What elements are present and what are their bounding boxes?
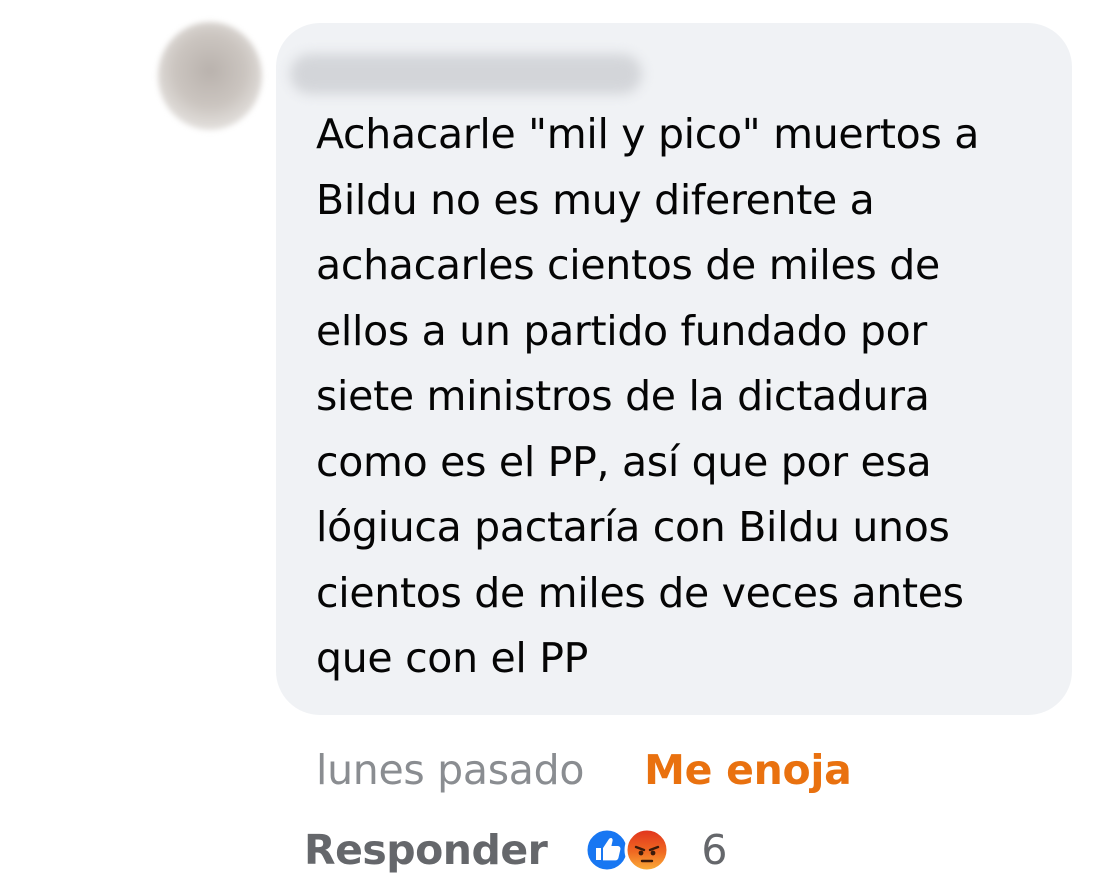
comment-text-line: Bildu no es muy diferente a (316, 175, 875, 224)
comment-timestamp[interactable]: lunes pasado (316, 746, 584, 794)
comment-text-line: cientos de miles de veces antes (316, 568, 964, 617)
comment-text-line: que con el PP (316, 634, 589, 682)
comment-text-line: ellos a un partido fundado por (316, 306, 927, 355)
reaction-summary[interactable]: 6 (583, 822, 727, 878)
reaction-count: 6 (701, 826, 728, 874)
user-reaction-button[interactable]: Me enoja (644, 746, 852, 794)
comment-text-line: achacarles cientos de miles de (316, 241, 940, 289)
reply-button[interactable]: Responder (304, 826, 548, 874)
comment-text-line: lógiuca pactaría con Bildu unos (316, 503, 950, 551)
comment-text-line: como es el PP, así que por esa (316, 437, 932, 486)
comment-text-line: Achacarle "mil y pico" muertos a (316, 110, 980, 158)
avatar[interactable] (158, 22, 262, 130)
comment-text: Achacarle "mil y pico" muertos a Bildu n… (316, 102, 1056, 692)
comment-meta-row: lunes pasado Me enoja (316, 738, 852, 802)
comment-text-line: siete ministros de la dictadura (316, 372, 930, 420)
comment-action-row: Responder 6 (304, 818, 727, 882)
angry-icon (623, 826, 671, 874)
comment-author-name[interactable] (290, 54, 642, 94)
